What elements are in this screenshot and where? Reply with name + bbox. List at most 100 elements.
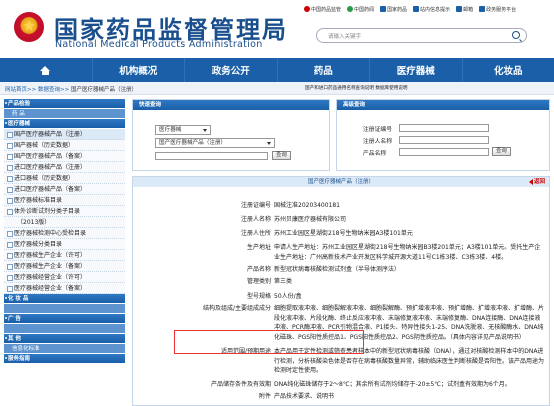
detail-row-key: 产品名称	[246, 266, 271, 273]
detail-row-value: 产品技术要求、说明书	[274, 393, 335, 400]
sidebar-subsection[interactable]	[4, 324, 125, 334]
weibo-icon	[304, 6, 310, 12]
national-emblem-logo	[14, 12, 44, 42]
detail-row-value: 新型冠状病毒核酸检测试剂盒（半导体测序法）	[274, 266, 401, 273]
sidebar-item[interactable]: 国产医疗器械产品（备案）	[4, 151, 125, 162]
detail-row-value: 苏州工业园区星湖街218号生物纳米园A3楼101单元	[274, 230, 413, 237]
nav-gov-affairs[interactable]: 政务公开	[185, 58, 278, 82]
sidebar-subsection[interactable]: 信息化标准	[4, 344, 125, 354]
reg-cert-input[interactable]	[399, 124, 489, 132]
nav-cosmetics[interactable]: 化妆品	[463, 58, 554, 82]
main-nav: 机构概况 政务公开 药品 医疗器械 化妆品	[0, 58, 554, 82]
quick-query-title: 快速查询	[133, 100, 329, 110]
sidebar-section-header[interactable]: 化 妆 品	[4, 294, 125, 304]
mobile-icon	[413, 6, 420, 12]
breadcrumb[interactable]: 网站首页>> 数据查询>> 国产医疗器械产品（注册）	[5, 85, 137, 93]
detail-row-key: 生产地址	[246, 244, 271, 251]
back-arrow-icon	[528, 178, 533, 185]
sidebar-section-header[interactable]: 医疗器械	[4, 119, 125, 129]
nav-home[interactable]	[0, 58, 93, 82]
top-link-4[interactable]: 站内信息提示	[413, 4, 450, 14]
advanced-search-button[interactable]: 查询	[492, 147, 511, 156]
registrant-label: 注册人名称	[363, 139, 392, 145]
quick-query-panel: 快速查询 医疗器械 国产医疗器械产品（注册） 查询	[132, 99, 330, 171]
detail-row-key: 附件	[258, 393, 271, 400]
detail-title: 国产医疗器械产品（注册） 返回	[133, 177, 549, 187]
top-link-1[interactable]: 中国药品监管	[304, 4, 341, 14]
sidebar-item[interactable]: 国产医疗器械产品（注册）	[4, 129, 125, 140]
home-icon	[40, 65, 51, 75]
detail-row-key: 产品储存条件及有效期	[210, 381, 271, 388]
nav-drugs[interactable]: 药品	[278, 58, 370, 82]
back-button[interactable]: 返回	[528, 178, 545, 186]
sidebar-section-header[interactable]: 其 他	[4, 334, 125, 344]
breadcrumb-current: 国产医疗器械产品（注册）	[70, 87, 137, 93]
detail-row-key: 注册人住所	[240, 230, 271, 237]
app-icon	[380, 6, 387, 12]
notice-ticker[interactable]: 国产和进口药品通用名称查询说明 数据库使用说明	[305, 85, 408, 91]
detail-row-value: DNA纯化磁珠储存于2～8℃；其余所有试剂均储存于-20±5℃；试剂盒有效期为6…	[274, 381, 511, 388]
back-label: 返回	[533, 179, 545, 185]
sidebar-item[interactable]: 医疗器械标准目录	[4, 195, 125, 206]
sidebar-subsection[interactable]: 药 品	[4, 109, 125, 119]
subcategory-select-value: 国产医疗器械产品（注册）	[159, 140, 227, 146]
sidebar-item[interactable]: 医疗器械检测中心受检目录	[4, 228, 125, 239]
top-link-5[interactable]: 邮箱	[456, 4, 473, 14]
detail-panel: 国产医疗器械产品（注册） 返回 注册证编号 国械注准20203400181 注册人名…	[132, 176, 550, 406]
nav-medical-devices[interactable]: 医疗器械	[370, 58, 463, 82]
subcategory-select[interactable]: 国产医疗器械产品（注册）	[155, 138, 275, 148]
sidebar-section-header[interactable]: 服务指南	[4, 354, 125, 364]
site-header: 国家药品监督管理局 National Medical Products Admi…	[0, 0, 554, 58]
product-name-input[interactable]	[399, 148, 489, 156]
highlight-box	[174, 330, 364, 354]
nav-about[interactable]: 机构概况	[93, 58, 185, 82]
quick-search-input[interactable]	[155, 152, 268, 160]
top-link-6[interactable]: 政务服务平台	[479, 4, 516, 14]
quick-search-button[interactable]: 查询	[272, 151, 291, 160]
chevron-down-icon	[203, 129, 207, 132]
chevron-down-icon	[267, 142, 271, 145]
advanced-query-panel: 高级查询 注册证编号 注册人名称 产品名称 查询	[336, 99, 550, 171]
top-links: 中国药品监管 中国药闻 国家药品 站内信息提示 邮箱 政务服务平台	[304, 4, 554, 14]
top-link-3[interactable]: 国家药品	[380, 4, 407, 14]
detail-row-key: 注册人名称	[240, 216, 271, 223]
category-select-value: 医疗器械	[159, 127, 182, 133]
registrant-input[interactable]	[399, 136, 489, 144]
sidebar-item[interactable]: 体外诊断试剂分类子目录	[4, 206, 125, 217]
detail-row-key: 结构及组成/主要组成成分	[202, 305, 271, 312]
sidebar-item[interactable]: 医疗器械经营企业（许可）	[4, 272, 125, 283]
mail-icon	[456, 6, 463, 12]
detail-row-key: 型号规格	[246, 293, 271, 300]
site-title-en: National Medical Products Administration	[55, 39, 263, 50]
sidebar: 产品检验药 品医疗器械 国产医疗器械产品（注册） 国产器械（历史数据） 国产医疗器械产…	[4, 99, 125, 406]
search-icon[interactable]	[512, 31, 520, 39]
sidebar-item[interactable]: 进口医疗器械产品（备案）	[4, 184, 125, 195]
wechat-icon	[347, 6, 354, 12]
sidebar-item[interactable]: 国产器械（历史数据）	[4, 140, 125, 151]
sidebar-item: （2013版）	[4, 217, 125, 228]
sidebar-section-header[interactable]: 广 告	[4, 314, 125, 324]
top-link-2[interactable]: 中国药闻	[347, 4, 374, 14]
category-select[interactable]: 医疗器械	[155, 125, 211, 135]
detail-row-value: 申请人生产地址：苏州工业园区星湖街218号生物纳米园B3楼201单元；A3楼10…	[274, 244, 541, 261]
detail-title-text: 国产医疗器械产品（注册）	[307, 179, 374, 185]
detail-row-value: 苏州贝康医疗器械有限公司	[274, 216, 347, 223]
service-icon	[479, 6, 486, 12]
detail-row-value: 国械注准20203400181	[274, 202, 340, 209]
sidebar-item[interactable]: 医疗器械经营企业（备案）	[4, 283, 125, 294]
sidebar-section-header[interactable]: 产品检验	[4, 99, 125, 109]
sidebar-item[interactable]: 医疗器械生产企业（备案）	[4, 261, 125, 272]
sidebar-item[interactable]: 医疗器械分类目录	[4, 239, 125, 250]
product-name-label: 产品名称	[363, 151, 387, 157]
detail-row-key: 管理类别	[246, 278, 271, 285]
sidebar-item[interactable]: 医疗器械生产企业（许可）	[4, 250, 125, 261]
sidebar-subsection[interactable]	[4, 304, 125, 314]
site-search-input[interactable]: 请输入关键字	[316, 28, 527, 43]
breadcrumb-path[interactable]: 网站首页>> 数据查询>>	[5, 87, 71, 93]
reg-cert-label: 注册证编号	[363, 127, 392, 133]
sidebar-item[interactable]: 进口医疗器械产品（注册）	[4, 162, 125, 173]
advanced-query-title: 高级查询	[337, 100, 549, 110]
search-placeholder: 请输入关键字	[328, 34, 362, 40]
breadcrumb-bar: 网站首页>> 数据查询>> 国产医疗器械产品（注册） 国产和进口药品通用名称查询…	[0, 82, 554, 95]
sidebar-item[interactable]: 进口器械（历史数据）	[4, 173, 125, 184]
